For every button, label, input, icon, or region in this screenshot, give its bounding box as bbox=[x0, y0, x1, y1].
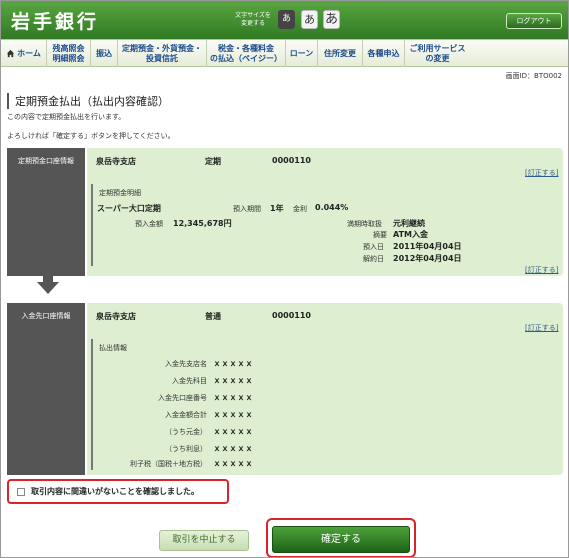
nav-item-transfer[interactable]: 振込 bbox=[91, 40, 118, 67]
confirm-label[interactable]: 取引内容に間違いがないことを確認しました。 bbox=[31, 486, 199, 497]
font-size-large-button[interactable]: あ bbox=[323, 10, 340, 29]
confirm-checkbox-row[interactable]: 取引内容に間違いがないことを確認しました。 bbox=[7, 479, 229, 504]
payout-row-label: （うち元金） bbox=[165, 428, 207, 436]
payout-detail-panel: 払出情報 入金先支店名 ｘｘｘｘｘ 入金先科目 ｘｘｘｘｘ 入金先口座番号 ｘｘ… bbox=[91, 339, 559, 470]
nav-item-deposit[interactable]: 定期預金・外貨預金・ 投資信託 bbox=[118, 40, 207, 67]
destination-section-label: 入金先口座情報 bbox=[7, 303, 85, 475]
nav-item-label: ホーム bbox=[17, 48, 41, 58]
term-value: 1年 bbox=[270, 204, 284, 213]
font-size-small-button[interactable]: あ bbox=[278, 10, 295, 29]
rate-value: 0.044% bbox=[315, 203, 349, 212]
main-nav: ホーム 残高照会 明細照会 振込 定期預金・外貨預金・ 投資信託 税金・各種料金… bbox=[1, 39, 568, 67]
payout-row-label: 入金先科目 bbox=[172, 377, 207, 385]
deposit-date-value: 2011年04月04日 bbox=[393, 242, 462, 251]
destination-branch: 泉岳寺支店 bbox=[96, 312, 136, 321]
confirm-button[interactable]: 確定する bbox=[272, 526, 410, 553]
destination-number: 0000110 bbox=[272, 311, 311, 320]
product-name: スーパー大口定期 bbox=[97, 204, 161, 213]
logout-button[interactable]: ログアウト bbox=[506, 13, 562, 29]
payout-row-label: 入金先口座番号 bbox=[158, 394, 207, 402]
nav-item-address[interactable]: 住所変更 bbox=[318, 40, 363, 67]
flow-arrow-icon bbox=[37, 282, 59, 294]
confirm-checkbox[interactable] bbox=[17, 488, 25, 496]
summary-value: ATM入金 bbox=[393, 230, 428, 239]
maturity-label: 満期時取扱 bbox=[347, 220, 382, 228]
payout-row-value: ｘｘｘｘｘ bbox=[213, 459, 253, 468]
cancel-date-value: 2012年04月04日 bbox=[393, 254, 462, 263]
payout-row-value: ｘｘｘｘｘ bbox=[213, 359, 253, 368]
font-size-label: 文字サイズを 変更する bbox=[235, 12, 271, 27]
payout-row-label: 入金先支店名 bbox=[165, 360, 207, 368]
rate-label: 金利 bbox=[293, 205, 307, 213]
amount-value: 12,345,678円 bbox=[173, 219, 232, 228]
maturity-value: 元利継続 bbox=[393, 219, 425, 228]
cancel-transaction-button[interactable]: 取引を中止する bbox=[159, 530, 249, 551]
payout-row-value: ｘｘｘｘｘ bbox=[213, 376, 253, 385]
deposit-date-label: 預入日 bbox=[363, 243, 384, 251]
deposit-detail-title: 定期預金明細 bbox=[99, 189, 141, 197]
app-window: 岩手銀行 文字サイズを 変更する あ あ あ ログアウト ホーム 残高照会 明細… bbox=[0, 0, 569, 558]
account-section-label: 定期預金口座情報 bbox=[7, 148, 85, 276]
account-type: 定期 bbox=[205, 157, 221, 166]
account-edit-link[interactable]: [訂正する] bbox=[525, 168, 558, 178]
nav-item-home[interactable]: ホーム bbox=[1, 40, 47, 67]
nav-item-balance[interactable]: 残高照会 明細照会 bbox=[47, 40, 91, 67]
nav-item-apply[interactable]: 各種申込 bbox=[363, 40, 405, 67]
destination-type: 普通 bbox=[205, 312, 221, 321]
page-title: 定期預金払出（払出内容確認） bbox=[7, 93, 169, 109]
account-branch: 泉岳寺支店 bbox=[96, 157, 136, 166]
nav-item-service[interactable]: ご利用サービス の変更 bbox=[405, 40, 470, 67]
bank-logo: 岩手銀行 bbox=[11, 11, 100, 33]
nav-item-loan[interactable]: ローン bbox=[286, 40, 318, 67]
payout-row-label: 利子税（国税＋地方税） bbox=[130, 460, 207, 468]
payout-row-label: 入金金額合計 bbox=[165, 411, 207, 419]
amount-label: 預入金額 bbox=[135, 220, 163, 228]
account-number: 0000110 bbox=[272, 156, 311, 165]
payout-row-value: ｘｘｘｘｘ bbox=[213, 427, 253, 436]
cancel-date-label: 解約日 bbox=[363, 255, 384, 263]
font-size-medium-button[interactable]: あ bbox=[301, 10, 318, 29]
payout-row-value: ｘｘｘｘｘ bbox=[213, 410, 253, 419]
destination-edit-link[interactable]: [訂正する] bbox=[525, 323, 558, 333]
home-icon bbox=[7, 49, 15, 58]
payout-row-value: ｘｘｘｘｘ bbox=[213, 393, 253, 402]
payout-row-value: ｘｘｘｘｘ bbox=[213, 444, 253, 453]
intro-text: この内容で定期預金払出を行います。 bbox=[7, 113, 126, 121]
payout-detail-title: 払出情報 bbox=[99, 344, 127, 352]
instruction-text: よろしければ「確定する」ボタンを押してください。 bbox=[7, 132, 175, 140]
header-bar: 岩手銀行 文字サイズを 変更する あ あ あ ログアウト bbox=[1, 1, 568, 39]
term-label: 預入期間 bbox=[233, 205, 261, 213]
deposit-detail-panel: 定期預金明細 スーパー大口定期 預入期間 1年 金利 0.044% 預入金額 1… bbox=[91, 184, 559, 266]
screen-id: 画面ID：BTO002 bbox=[505, 72, 562, 80]
summary-label: 摘要 bbox=[373, 231, 387, 239]
nav-item-payeasy[interactable]: 税金・各種料金 の払込（ペイジー） bbox=[207, 40, 286, 67]
account-edit-link-2[interactable]: [訂正する] bbox=[525, 265, 558, 275]
payout-row-label: （うち利息） bbox=[165, 445, 207, 453]
